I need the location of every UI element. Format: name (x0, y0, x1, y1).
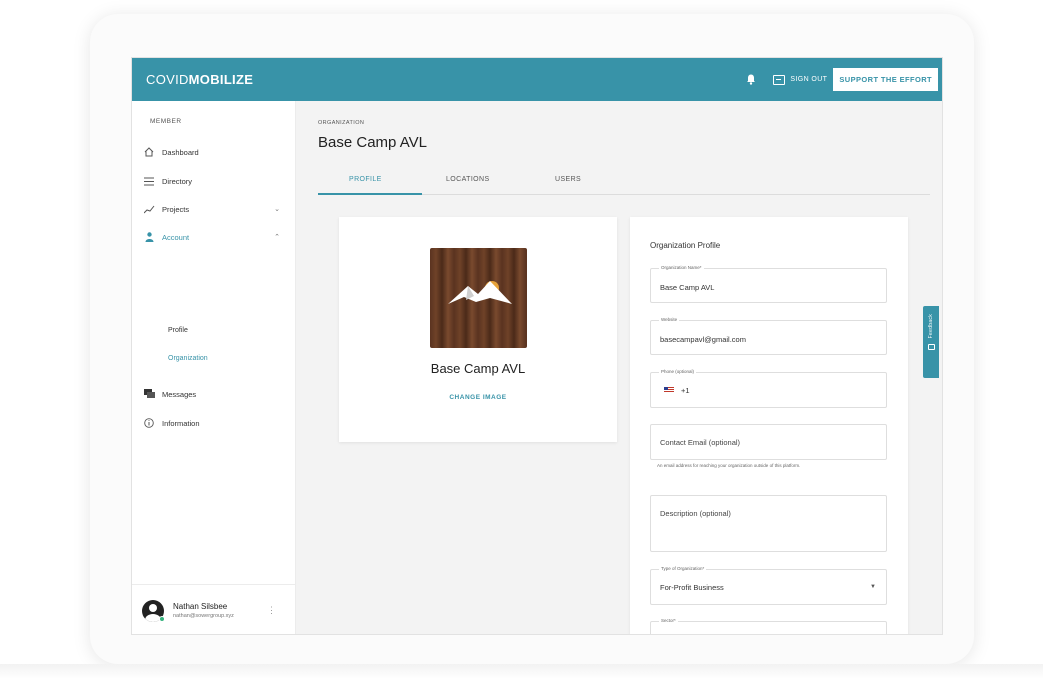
bell-icon[interactable] (745, 74, 757, 86)
tab-bar: PROFILE LOCATIONS USERS (318, 170, 930, 195)
tab-users[interactable]: USERS (555, 176, 581, 183)
organization-profile-form: Organization Profile Organization Name* … (630, 217, 908, 634)
organization-name-display: Base Camp AVL (430, 361, 526, 376)
sidebar-subitem-organization[interactable]: Organization (168, 355, 208, 362)
field-placeholder: Description (optional) (660, 509, 731, 518)
organization-name-field[interactable]: Organization Name* Base Camp AVL (650, 265, 887, 303)
page-title: Base Camp AVL (318, 134, 427, 151)
sector-select[interactable]: Sector* (650, 618, 887, 634)
contact-email-field[interactable]: Contact Email (optional) (650, 424, 887, 460)
sidebar-item-label: Messages (162, 389, 197, 399)
active-tab-indicator (318, 193, 422, 195)
organization-type-select[interactable]: Type of Organization* For-Profit Busines… (650, 566, 887, 605)
chevron-down-icon[interactable]: ⌄ (274, 205, 280, 213)
field-value: For-Profit Business (660, 583, 724, 592)
field-label: Website (659, 317, 680, 322)
sidebar-section-label: MEMBER (150, 118, 182, 125)
organization-logo (430, 248, 527, 348)
messages-icon (142, 389, 156, 399)
projects-icon (142, 205, 156, 214)
top-bar-actions: SIGN OUT SUPPORT THE EFFORT (745, 68, 938, 91)
main-content: ORGANIZATION Base Camp AVL PROFILE LOCAT… (297, 101, 942, 634)
contact-email-helper-text: An email address for reaching your organ… (657, 463, 801, 468)
tab-profile[interactable]: PROFILE (349, 176, 382, 183)
sidebar-item-messages[interactable]: Messages (142, 385, 290, 403)
organization-image-card: Base Camp AVL CHANGE IMAGE (339, 217, 617, 442)
online-status-icon (159, 616, 165, 622)
dropdown-arrow-icon: ▼ (870, 584, 876, 590)
user-email: nathan@sowergroup.xyz (173, 613, 234, 619)
sidebar: MEMBER Dashboard Directory Projects ⌄ Ac… (132, 101, 296, 634)
form-section-title: Organization Profile (650, 241, 721, 250)
device-base (0, 664, 1043, 679)
brand-light: COVID (146, 72, 189, 87)
sidebar-item-directory[interactable]: Directory (142, 172, 290, 190)
field-label: Sector* (659, 618, 678, 623)
sidebar-item-dashboard[interactable]: Dashboard (142, 143, 290, 161)
sidebar-item-label: Directory (162, 176, 193, 186)
home-icon (142, 147, 156, 157)
tab-locations[interactable]: LOCATIONS (446, 176, 490, 183)
user-name: Nathan Silsbee (173, 602, 228, 611)
change-image-button[interactable]: CHANGE IMAGE (339, 394, 617, 401)
brand-bold: MOBILIZE (188, 72, 254, 87)
sidebar-item-label: Account (162, 232, 190, 242)
sidebar-item-label: Projects (162, 204, 190, 214)
app-screen: COVIDMOBILIZE SIGN OUT SUPPORT THE EFFOR… (131, 57, 943, 635)
phone-field[interactable]: Phone (optional) +1 (650, 369, 887, 408)
sign-out-label: SIGN OUT (790, 76, 828, 83)
info-icon (142, 418, 156, 428)
field-label: Organization Name* (659, 265, 704, 270)
website-field[interactable]: Website basecampavl@gmail.com (650, 317, 887, 355)
list-icon (142, 177, 156, 186)
field-value: Base Camp AVL (660, 283, 715, 292)
field-placeholder: Contact Email (optional) (660, 438, 741, 447)
sidebar-item-account[interactable]: Account ⌃ (142, 228, 290, 246)
more-vert-icon[interactable]: ⋮ (267, 605, 276, 616)
field-value: +1 (681, 386, 690, 395)
sidebar-item-projects[interactable]: Projects ⌄ (142, 200, 290, 218)
description-field[interactable]: Description (optional) (650, 495, 887, 552)
us-flag-icon[interactable] (664, 387, 674, 393)
field-label: Type of Organization* (659, 566, 707, 571)
sidebar-item-label: Dashboard (162, 147, 199, 157)
feedback-label: Feedback (928, 314, 934, 339)
feedback-tab[interactable]: Feedback (923, 306, 939, 378)
brand-logo[interactable]: COVIDMOBILIZE (146, 72, 253, 87)
chevron-up-icon[interactable]: ⌃ (274, 233, 280, 241)
support-the-effort-button[interactable]: SUPPORT THE EFFORT (833, 68, 938, 91)
person-icon (142, 232, 156, 242)
page-section-label: ORGANIZATION (318, 120, 365, 126)
sidebar-item-information[interactable]: Information (142, 414, 290, 432)
user-info: Nathan Silsbee nathan@sowergroup.xyz (173, 602, 234, 619)
top-bar: COVIDMOBILIZE SIGN OUT SUPPORT THE EFFOR… (132, 58, 942, 101)
feedback-icon (927, 344, 935, 351)
field-label: Phone (optional) (659, 369, 697, 374)
sign-out-icon (773, 74, 786, 85)
field-value: basecampavl@gmail.com (660, 335, 746, 344)
sign-out-link[interactable]: SIGN OUT (773, 74, 828, 85)
sidebar-subitem-profile[interactable]: Profile (168, 327, 188, 334)
sidebar-item-label: Information (162, 418, 200, 428)
user-profile-block[interactable]: Nathan Silsbee nathan@sowergroup.xyz ⋮ (132, 584, 296, 634)
